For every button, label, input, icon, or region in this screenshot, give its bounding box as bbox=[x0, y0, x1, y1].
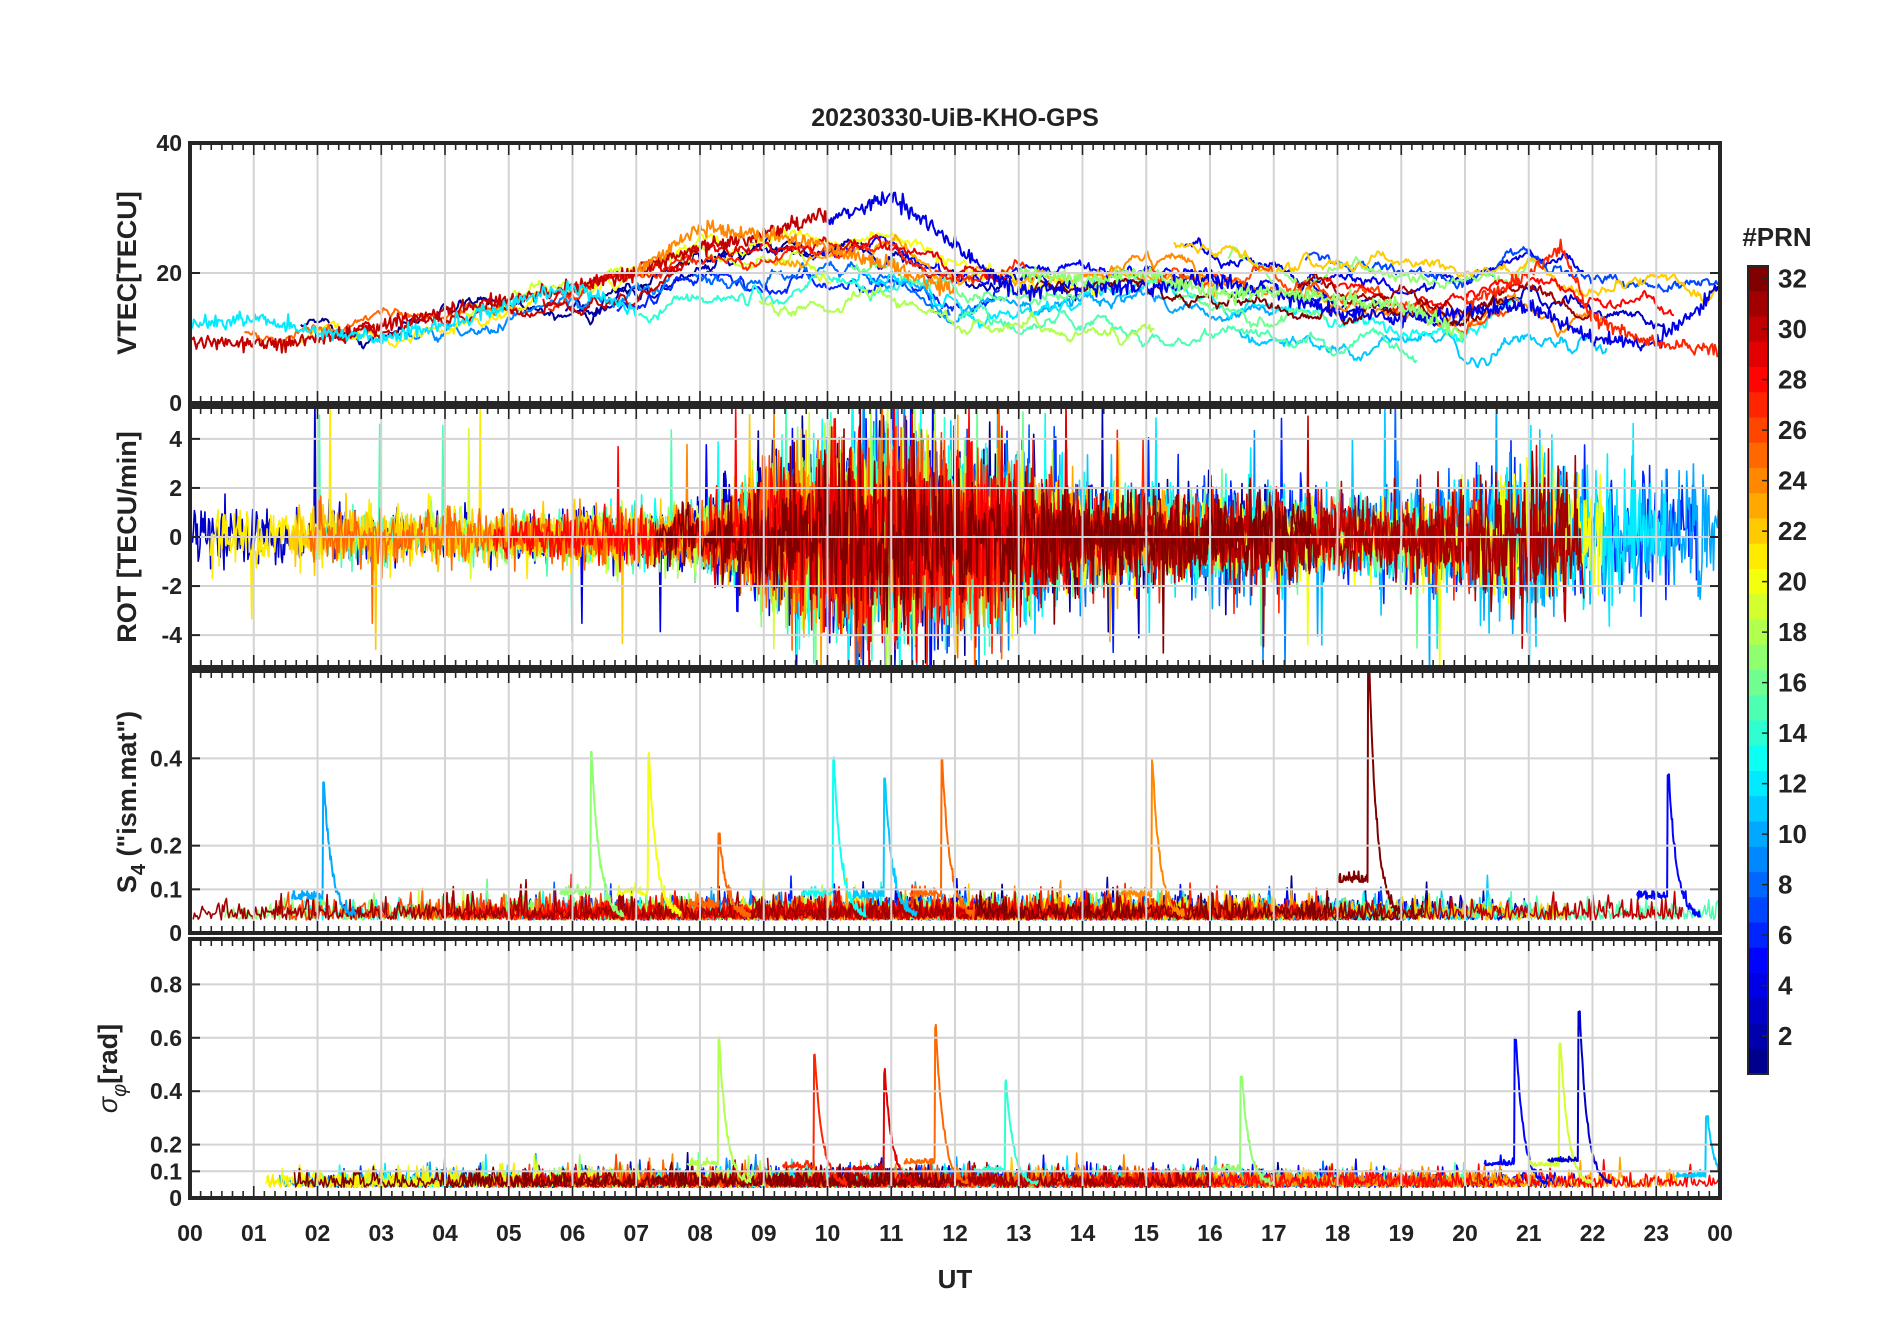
x-tick-label: 03 bbox=[368, 1220, 394, 1246]
x-tick-label: 20 bbox=[1452, 1220, 1478, 1246]
colorbar-swatch bbox=[1748, 846, 1768, 873]
colorbar-swatch bbox=[1748, 594, 1768, 620]
colorbar-tick-label: 12 bbox=[1778, 769, 1807, 799]
colorbar-tick-label: 28 bbox=[1778, 365, 1807, 395]
colorbar-tick-label: 20 bbox=[1778, 567, 1807, 597]
x-tick-label: 01 bbox=[241, 1220, 267, 1246]
y-tick-label: -2 bbox=[162, 573, 182, 599]
x-tick-label: 22 bbox=[1580, 1220, 1606, 1246]
colorbar-swatch bbox=[1748, 493, 1768, 519]
x-tick-label: 21 bbox=[1516, 1220, 1542, 1246]
y-tick-label: 0.1 bbox=[150, 876, 182, 902]
y-tick-label: 0.2 bbox=[150, 1132, 182, 1158]
peak-sigma_phi-prn-5 bbox=[1483, 1036, 1549, 1185]
x-tick-label: 11 bbox=[879, 1220, 904, 1246]
peak-sigma_phi-prn-18 bbox=[686, 1036, 752, 1184]
y-tick-label: 0 bbox=[169, 1185, 182, 1211]
x-tick-label: 12 bbox=[942, 1220, 968, 1246]
y-axis-label: VTEC[TECU] bbox=[112, 191, 142, 355]
chart-svg: 20230330-UiB-KHO-GPS UT #PRN 02040VTEC[T… bbox=[93, 104, 1812, 1294]
colorbar-tick-label: 24 bbox=[1778, 466, 1807, 496]
y-axis-label: ROT [TECU/min] bbox=[112, 431, 142, 642]
x-tick-label: 14 bbox=[1070, 1220, 1096, 1246]
x-tick-label: 10 bbox=[815, 1220, 841, 1246]
x-tick-label: 06 bbox=[560, 1220, 586, 1246]
peak-s4-prn-17 bbox=[558, 750, 625, 918]
colorbar-tick-label: 10 bbox=[1778, 819, 1807, 849]
colorbar-swatch bbox=[1748, 291, 1768, 317]
peak-sigma_phi-prn-11 bbox=[1674, 1115, 1720, 1178]
colorbar-tick-label: 4 bbox=[1778, 971, 1793, 1001]
y-tick-label: 0 bbox=[169, 920, 182, 946]
colorbar-swatch bbox=[1748, 947, 1768, 974]
peak-s4-prn-20 bbox=[616, 751, 682, 917]
colorbar-tick-label: 26 bbox=[1778, 415, 1807, 445]
y-tick-label: 0.4 bbox=[150, 745, 182, 771]
chart-title: 20230330-UiB-KHO-GPS bbox=[811, 104, 1099, 132]
colorbar: 2468101214161820222426283032 bbox=[1747, 264, 1807, 1075]
y-axis-label: S4 ("ism.mat") bbox=[112, 711, 150, 893]
y-tick-label: 20 bbox=[156, 260, 182, 286]
colorbar-tick-label: 30 bbox=[1778, 314, 1807, 344]
colorbar-tick-label: 32 bbox=[1778, 264, 1807, 294]
x-tick-label: 09 bbox=[751, 1220, 777, 1246]
series-vtec-prn-18 bbox=[758, 286, 1155, 346]
colorbar-tick-label: 16 bbox=[1778, 668, 1807, 698]
y-tick-label: 0.8 bbox=[150, 971, 182, 997]
peak-sigma_phi-prn-17 bbox=[1209, 1075, 1275, 1186]
colorbar-title: #PRN bbox=[1742, 222, 1811, 252]
x-tick-label: 15 bbox=[1133, 1220, 1159, 1246]
colorbar-swatch bbox=[1748, 442, 1768, 469]
colorbar-swatch bbox=[1748, 644, 1768, 671]
colorbar-swatch bbox=[1748, 1048, 1768, 1075]
colorbar-swatch bbox=[1748, 392, 1768, 418]
x-tick-label: 16 bbox=[1197, 1220, 1223, 1246]
x-tick-label: 23 bbox=[1643, 1220, 1669, 1246]
x-tick-label: 19 bbox=[1388, 1220, 1414, 1246]
y-tick-label: 0.6 bbox=[150, 1025, 182, 1051]
y-tick-label: 0.1 bbox=[150, 1158, 182, 1184]
x-tick-label: 07 bbox=[623, 1220, 649, 1246]
figure: 20230330-UiB-KHO-GPS UT #PRN 0 20 40 VTEC[T… bbox=[0, 0, 1902, 1330]
y-tick-label: 0 bbox=[169, 524, 182, 550]
series-rot-prn-31 bbox=[1044, 448, 1585, 648]
x-tick-label: 00 bbox=[1707, 1220, 1733, 1246]
colorbar-tick-label: 22 bbox=[1778, 516, 1807, 546]
y-axis-label: σφ[rad] bbox=[93, 1024, 131, 1113]
colorbar-tick-label: 2 bbox=[1778, 1021, 1792, 1051]
x-tick-label: 18 bbox=[1325, 1220, 1351, 1246]
x-tick-label: 02 bbox=[305, 1220, 331, 1246]
peak-s4-prn-32 bbox=[1336, 671, 1402, 914]
x-tick-label: 08 bbox=[687, 1220, 713, 1246]
y-tick-label: 0.4 bbox=[150, 1078, 182, 1104]
y-tick-label: -4 bbox=[162, 622, 183, 648]
colorbar-swatch bbox=[1748, 897, 1768, 923]
colorbar-swatch bbox=[1748, 998, 1768, 1024]
y-tick-label: 40 bbox=[156, 130, 182, 156]
y-tick-label: 0.2 bbox=[150, 833, 182, 859]
y-tick-label: 4 bbox=[169, 426, 182, 452]
x-axis-label: UT bbox=[938, 1264, 973, 1294]
peak-sigma_phi-prn-25 bbox=[903, 1023, 969, 1185]
x-tick-label: 17 bbox=[1261, 1220, 1287, 1246]
colorbar-swatch bbox=[1748, 695, 1768, 721]
colorbar-swatch bbox=[1748, 796, 1768, 822]
colorbar-swatch bbox=[1748, 543, 1768, 570]
colorbar-tick-label: 14 bbox=[1778, 718, 1807, 748]
peak-s4-prn-24 bbox=[1120, 759, 1185, 918]
colorbar-tick-label: 6 bbox=[1778, 920, 1792, 950]
y-tick-label: 2 bbox=[169, 475, 182, 501]
series-vtec-prn-8 bbox=[692, 260, 951, 319]
x-tick-label: 00 bbox=[177, 1220, 203, 1246]
colorbar-swatch bbox=[1748, 341, 1768, 368]
y-tick-label: 0 bbox=[169, 390, 182, 416]
x-tick-label: 05 bbox=[496, 1220, 522, 1246]
x-tick-label: 04 bbox=[432, 1220, 458, 1246]
peak-s4-prn-11 bbox=[852, 777, 918, 917]
peak-s4-prn-10 bbox=[291, 781, 357, 917]
colorbar-swatch bbox=[1748, 745, 1768, 772]
colorbar-tick-label: 8 bbox=[1778, 870, 1792, 900]
colorbar-tick-label: 18 bbox=[1778, 617, 1807, 647]
x-tick-label: 13 bbox=[1006, 1220, 1032, 1246]
